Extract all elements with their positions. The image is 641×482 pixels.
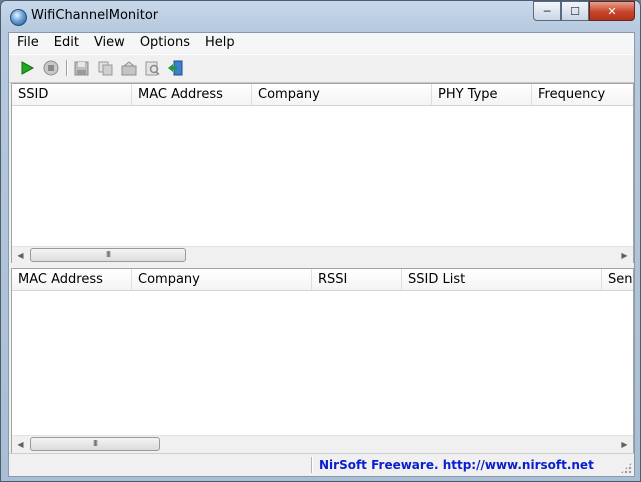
exit-icon[interactable]: [166, 59, 184, 77]
html-report-icon[interactable]: [120, 59, 138, 77]
col-phy-type[interactable]: PHY Type: [432, 84, 532, 105]
resize-grip-icon[interactable]: [620, 462, 632, 474]
scroll-left-arrow-icon[interactable]: ◀: [12, 247, 29, 264]
col-sent[interactable]: Sent: [602, 269, 633, 290]
minimize-button[interactable]: ─: [533, 1, 561, 21]
scroll-left-arrow-icon[interactable]: ◀: [12, 436, 29, 453]
app-window: WifiChannelMonitor ─ ☐ ✕ File Edit View …: [0, 0, 641, 482]
networks-header: SSID MAC Address Company PHY Type Freque…: [12, 84, 633, 106]
networks-list[interactable]: SSID MAC Address Company PHY Type Freque…: [11, 83, 634, 265]
menu-edit[interactable]: Edit: [46, 33, 86, 53]
col-mac-address[interactable]: MAC Address: [12, 269, 132, 290]
menu-options[interactable]: Options: [132, 33, 197, 53]
window-controls: ─ ☐ ✕: [533, 1, 635, 21]
networks-hscrollbar[interactable]: ◀ III ▶: [12, 246, 633, 264]
col-company[interactable]: Company: [132, 269, 312, 290]
col-company[interactable]: Company: [252, 84, 432, 105]
window-title: WifiChannelMonitor: [31, 8, 159, 23]
scroll-thumb[interactable]: III: [30, 437, 160, 451]
properties-icon[interactable]: [143, 59, 161, 77]
title-bar[interactable]: WifiChannelMonitor ─ ☐ ✕: [1, 1, 640, 33]
menu-bar: File Edit View Options Help: [9, 33, 634, 53]
col-rssi[interactable]: RSSI: [312, 269, 402, 290]
maximize-button[interactable]: ☐: [561, 1, 589, 21]
col-mac-address[interactable]: MAC Address: [132, 84, 252, 105]
save-icon[interactable]: [72, 59, 90, 77]
play-icon[interactable]: [18, 59, 36, 77]
client-area: File Edit View Options Help SSID MAC Add…: [8, 32, 635, 477]
stop-icon[interactable]: [42, 59, 60, 77]
col-ssid-list[interactable]: SSID List: [402, 269, 602, 290]
col-frequency[interactable]: Frequency: [532, 84, 633, 105]
scroll-right-arrow-icon[interactable]: ▶: [616, 247, 633, 264]
nirsoft-link[interactable]: NirSoft Freeware. http://www.nirsoft.net: [319, 458, 594, 472]
pane-splitter[interactable]: [9, 263, 634, 267]
menu-file[interactable]: File: [9, 33, 46, 53]
scroll-thumb[interactable]: III: [30, 248, 186, 262]
toolbar: [9, 54, 634, 83]
copy-icon[interactable]: [96, 59, 114, 77]
menu-view[interactable]: View: [86, 33, 132, 53]
status-separator: [311, 457, 313, 473]
stations-list[interactable]: MAC Address Company RSSI SSID List Sent …: [11, 268, 634, 454]
stations-header: MAC Address Company RSSI SSID List Sent: [12, 269, 633, 291]
col-ssid[interactable]: SSID: [12, 84, 132, 105]
scroll-right-arrow-icon[interactable]: ▶: [616, 436, 633, 453]
close-button[interactable]: ✕: [589, 1, 635, 21]
status-bar: NirSoft Freeware. http://www.nirsoft.net: [9, 453, 634, 476]
toolbar-separator: [66, 60, 68, 76]
app-icon: [10, 9, 27, 26]
stations-hscrollbar[interactable]: ◀ III ▶: [12, 435, 633, 453]
menu-help[interactable]: Help: [197, 33, 242, 53]
